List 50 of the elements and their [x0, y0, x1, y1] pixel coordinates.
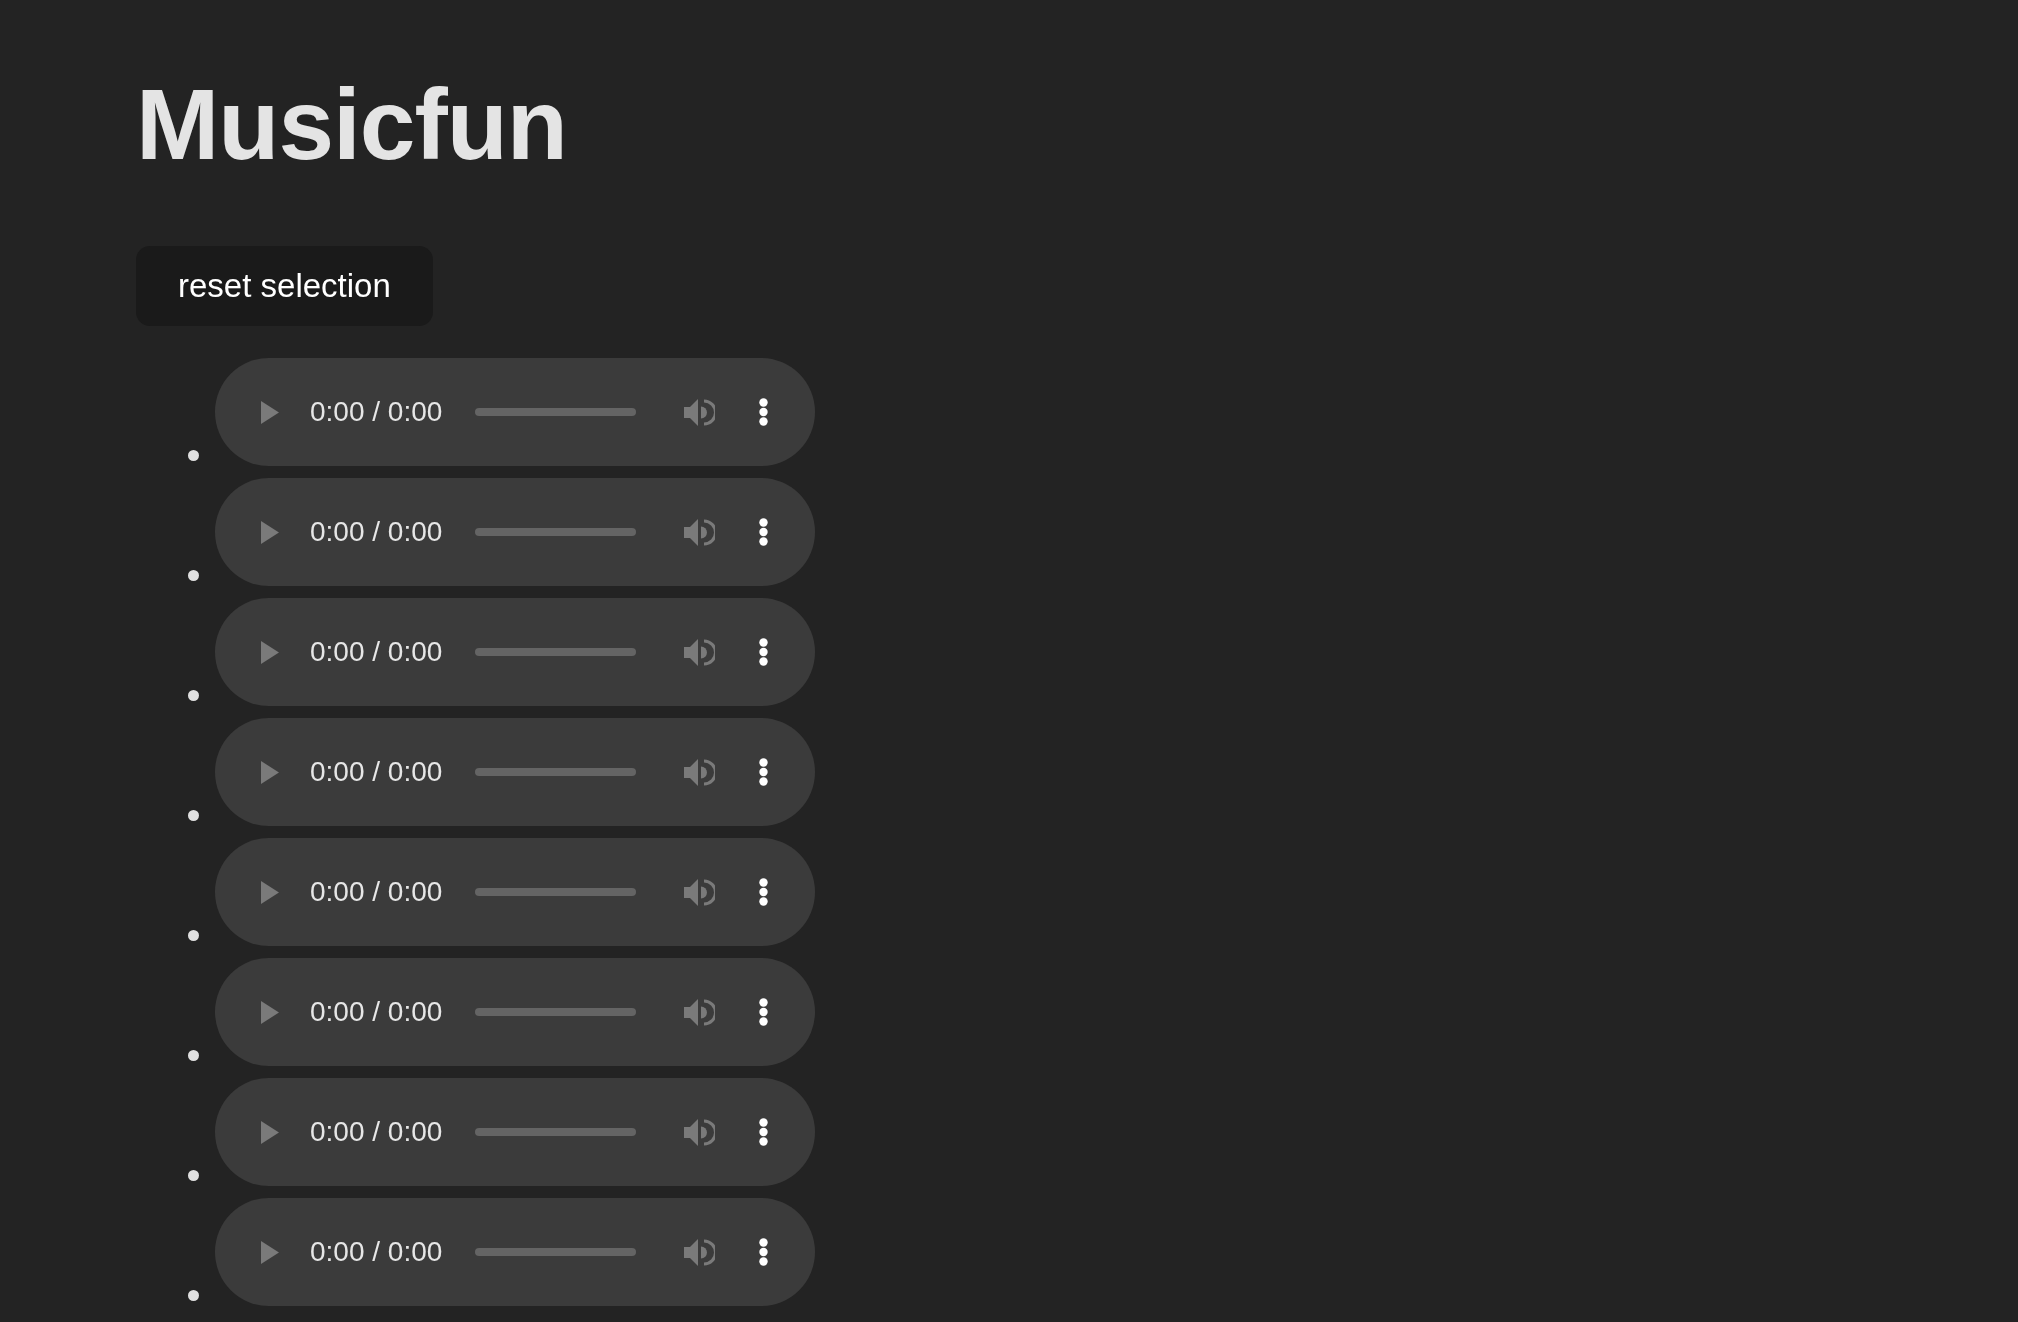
bullet-icon: [188, 1290, 199, 1301]
kebab-menu-icon[interactable]: [759, 518, 769, 546]
bullet-icon: [188, 690, 199, 701]
speaker-icon[interactable]: [684, 397, 716, 427]
play-icon[interactable]: [261, 760, 279, 784]
speaker-icon[interactable]: [684, 517, 716, 547]
play-icon[interactable]: [261, 520, 279, 544]
progress-track[interactable]: [475, 1128, 637, 1136]
time-display: 0:00 / 0:00: [310, 1116, 443, 1148]
bullet-icon: [188, 930, 199, 941]
play-icon[interactable]: [261, 1120, 279, 1144]
progress-track[interactable]: [475, 408, 637, 416]
time-display: 0:00 / 0:00: [310, 876, 443, 908]
kebab-menu-icon[interactable]: [759, 638, 769, 666]
kebab-menu-icon[interactable]: [759, 1118, 769, 1146]
progress-track[interactable]: [475, 768, 637, 776]
play-icon[interactable]: [261, 640, 279, 664]
bullet-icon: [188, 810, 199, 821]
speaker-icon[interactable]: [684, 877, 716, 907]
bullet-icon: [188, 1050, 199, 1061]
kebab-menu-icon[interactable]: [759, 398, 769, 426]
play-icon[interactable]: [261, 880, 279, 904]
kebab-menu-icon[interactable]: [759, 998, 769, 1026]
time-display: 0:00 / 0:00: [310, 396, 443, 428]
reset-selection-button[interactable]: reset selection: [136, 246, 433, 326]
time-display: 0:00 / 0:00: [310, 1236, 443, 1268]
progress-track[interactable]: [475, 888, 637, 896]
bullet-icon: [188, 450, 199, 461]
play-icon[interactable]: [261, 400, 279, 424]
play-icon[interactable]: [261, 1000, 279, 1024]
kebab-menu-icon[interactable]: [759, 758, 769, 786]
progress-track[interactable]: [475, 1008, 637, 1016]
progress-track[interactable]: [475, 1248, 637, 1256]
speaker-icon[interactable]: [684, 997, 716, 1027]
speaker-icon[interactable]: [684, 757, 716, 787]
speaker-icon[interactable]: [684, 637, 716, 667]
page-title: Musicfun: [136, 74, 567, 174]
kebab-menu-icon[interactable]: [759, 878, 769, 906]
bullet-icon: [188, 570, 199, 581]
progress-track[interactable]: [475, 648, 637, 656]
time-display: 0:00 / 0:00: [310, 996, 443, 1028]
progress-track[interactable]: [475, 528, 637, 536]
time-display: 0:00 / 0:00: [310, 636, 443, 668]
speaker-icon[interactable]: [684, 1117, 716, 1147]
bullet-icon: [188, 1170, 199, 1181]
kebab-menu-icon[interactable]: [759, 1238, 769, 1266]
time-display: 0:00 / 0:00: [310, 516, 443, 548]
time-display: 0:00 / 0:00: [310, 756, 443, 788]
speaker-icon[interactable]: [684, 1237, 716, 1267]
play-icon[interactable]: [261, 1240, 279, 1264]
